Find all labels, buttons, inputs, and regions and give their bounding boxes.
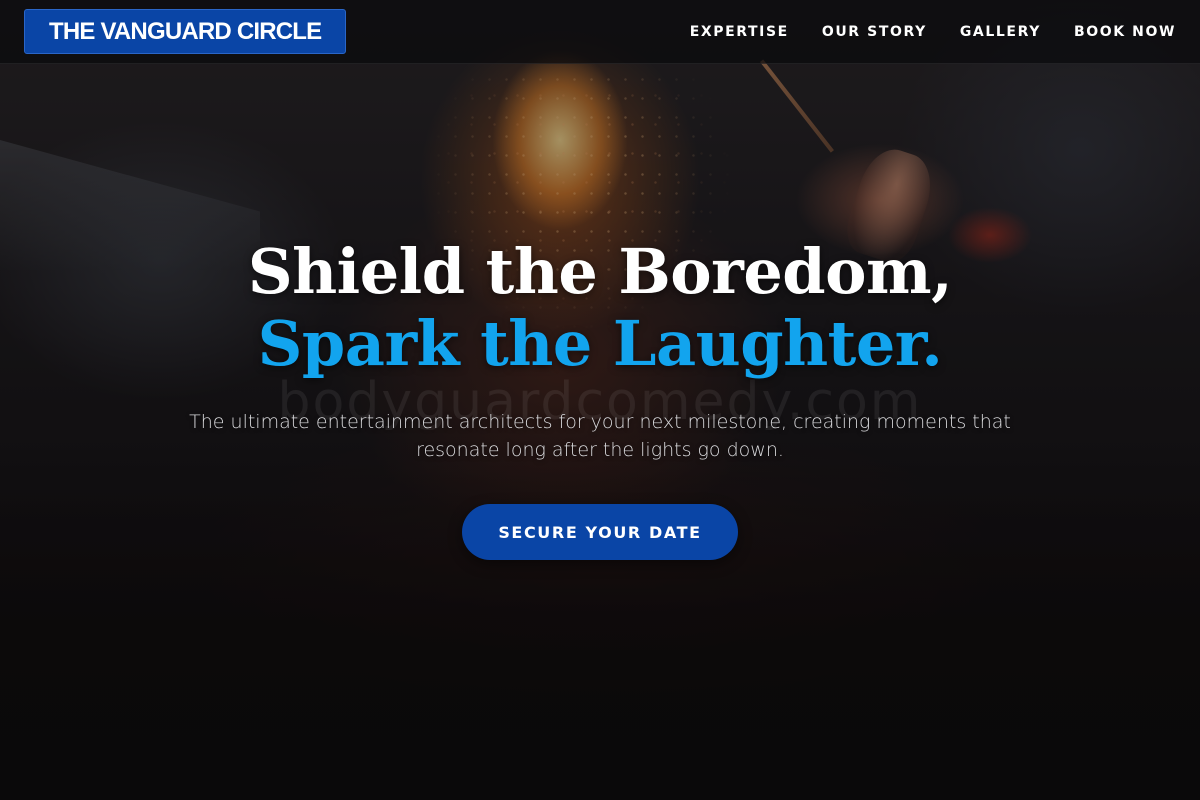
headline-line-2: Spark the Laughter. (257, 307, 943, 380)
top-navbar: THE VANGUARD CIRCLE EXPERTISE OUR STORY … (0, 0, 1200, 64)
hero-section: Shield the Boredom, Spark the Laughter. … (0, 0, 1200, 800)
brand-logo-link[interactable]: THE VANGUARD CIRCLE (24, 9, 347, 54)
hero-headline: Shield the Boredom, Spark the Laughter. (0, 236, 1200, 380)
nav-link-book-now[interactable]: BOOK NOW (1074, 24, 1176, 40)
landing-page: THE VANGUARD CIRCLE EXPERTISE OUR STORY … (0, 0, 1200, 800)
nav-link-gallery[interactable]: GALLERY (960, 24, 1041, 40)
secure-your-date-button[interactable]: SECURE YOUR DATE (462, 504, 738, 560)
nav-links: EXPERTISE OUR STORY GALLERY BOOK NOW (690, 24, 1176, 40)
headline-line-1: Shield the Boredom, (247, 235, 953, 308)
nav-link-expertise[interactable]: EXPERTISE (690, 24, 789, 40)
hero-subtitle: The ultimate entertainment architects fo… (189, 411, 1011, 461)
nav-link-our-story[interactable]: OUR STORY (822, 24, 927, 40)
